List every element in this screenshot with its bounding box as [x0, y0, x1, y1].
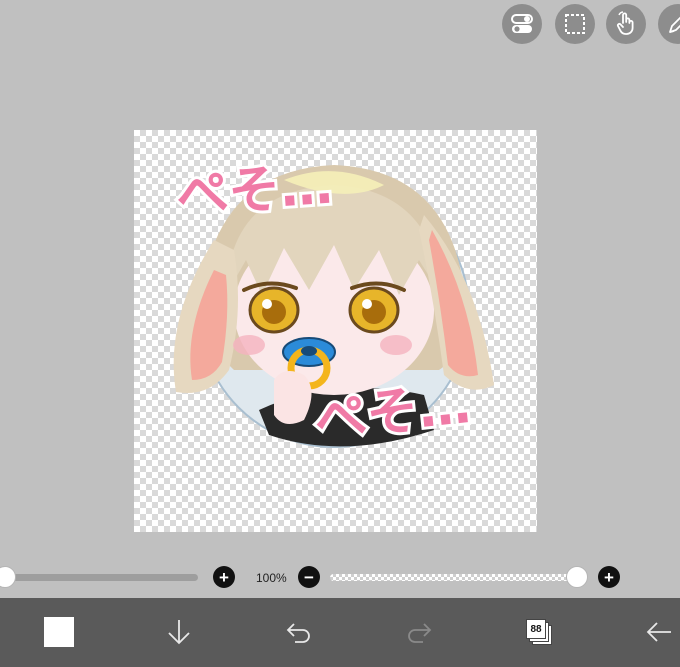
opacity-slider-thumb[interactable]: [566, 566, 588, 588]
brush-size-slider[interactable]: [0, 574, 198, 581]
download-button[interactable]: [156, 609, 202, 655]
selection-button[interactable]: [555, 4, 595, 44]
opacity-minus-button[interactable]: −: [298, 566, 320, 588]
toggle-panel-button[interactable]: [502, 4, 542, 44]
brush-size-plus-button[interactable]: +: [213, 566, 235, 588]
down-arrow-icon: [168, 620, 190, 645]
layers-count: 88: [530, 623, 542, 635]
redo-button[interactable]: [396, 609, 442, 655]
pen-icon: [669, 16, 680, 33]
dashed-selection-icon: [565, 14, 585, 34]
brush-size-slider-thumb[interactable]: [0, 566, 16, 588]
current-color-swatch: [44, 617, 74, 647]
caption-top: ぺそ…: [171, 153, 337, 230]
back-button[interactable]: [636, 609, 680, 655]
redo-icon: [408, 623, 432, 643]
undo-icon: [286, 623, 310, 643]
layers-icon: 88: [526, 619, 552, 645]
pen-button[interactable]: [658, 4, 680, 44]
opacity-plus-button[interactable]: +: [598, 566, 620, 588]
toggle-switch-icon: [511, 14, 533, 33]
plus-icon: +: [219, 567, 229, 587]
plus-icon: +: [604, 567, 614, 587]
drawing-canvas[interactable]: ぺそ… ぺそ…: [134, 130, 537, 532]
touch-button[interactable]: [606, 4, 646, 44]
minus-icon: −: [304, 567, 314, 587]
back-arrow-icon: [646, 622, 671, 642]
bottom-toolbar: 88: [0, 598, 680, 667]
opacity-slider[interactable]: [330, 574, 578, 581]
color-picker-button[interactable]: [36, 609, 82, 655]
zoom-level-label: 100%: [256, 571, 287, 585]
undo-button[interactable]: [276, 609, 322, 655]
hand-pointer-icon: [616, 11, 634, 35]
layers-button[interactable]: 88: [516, 609, 562, 655]
